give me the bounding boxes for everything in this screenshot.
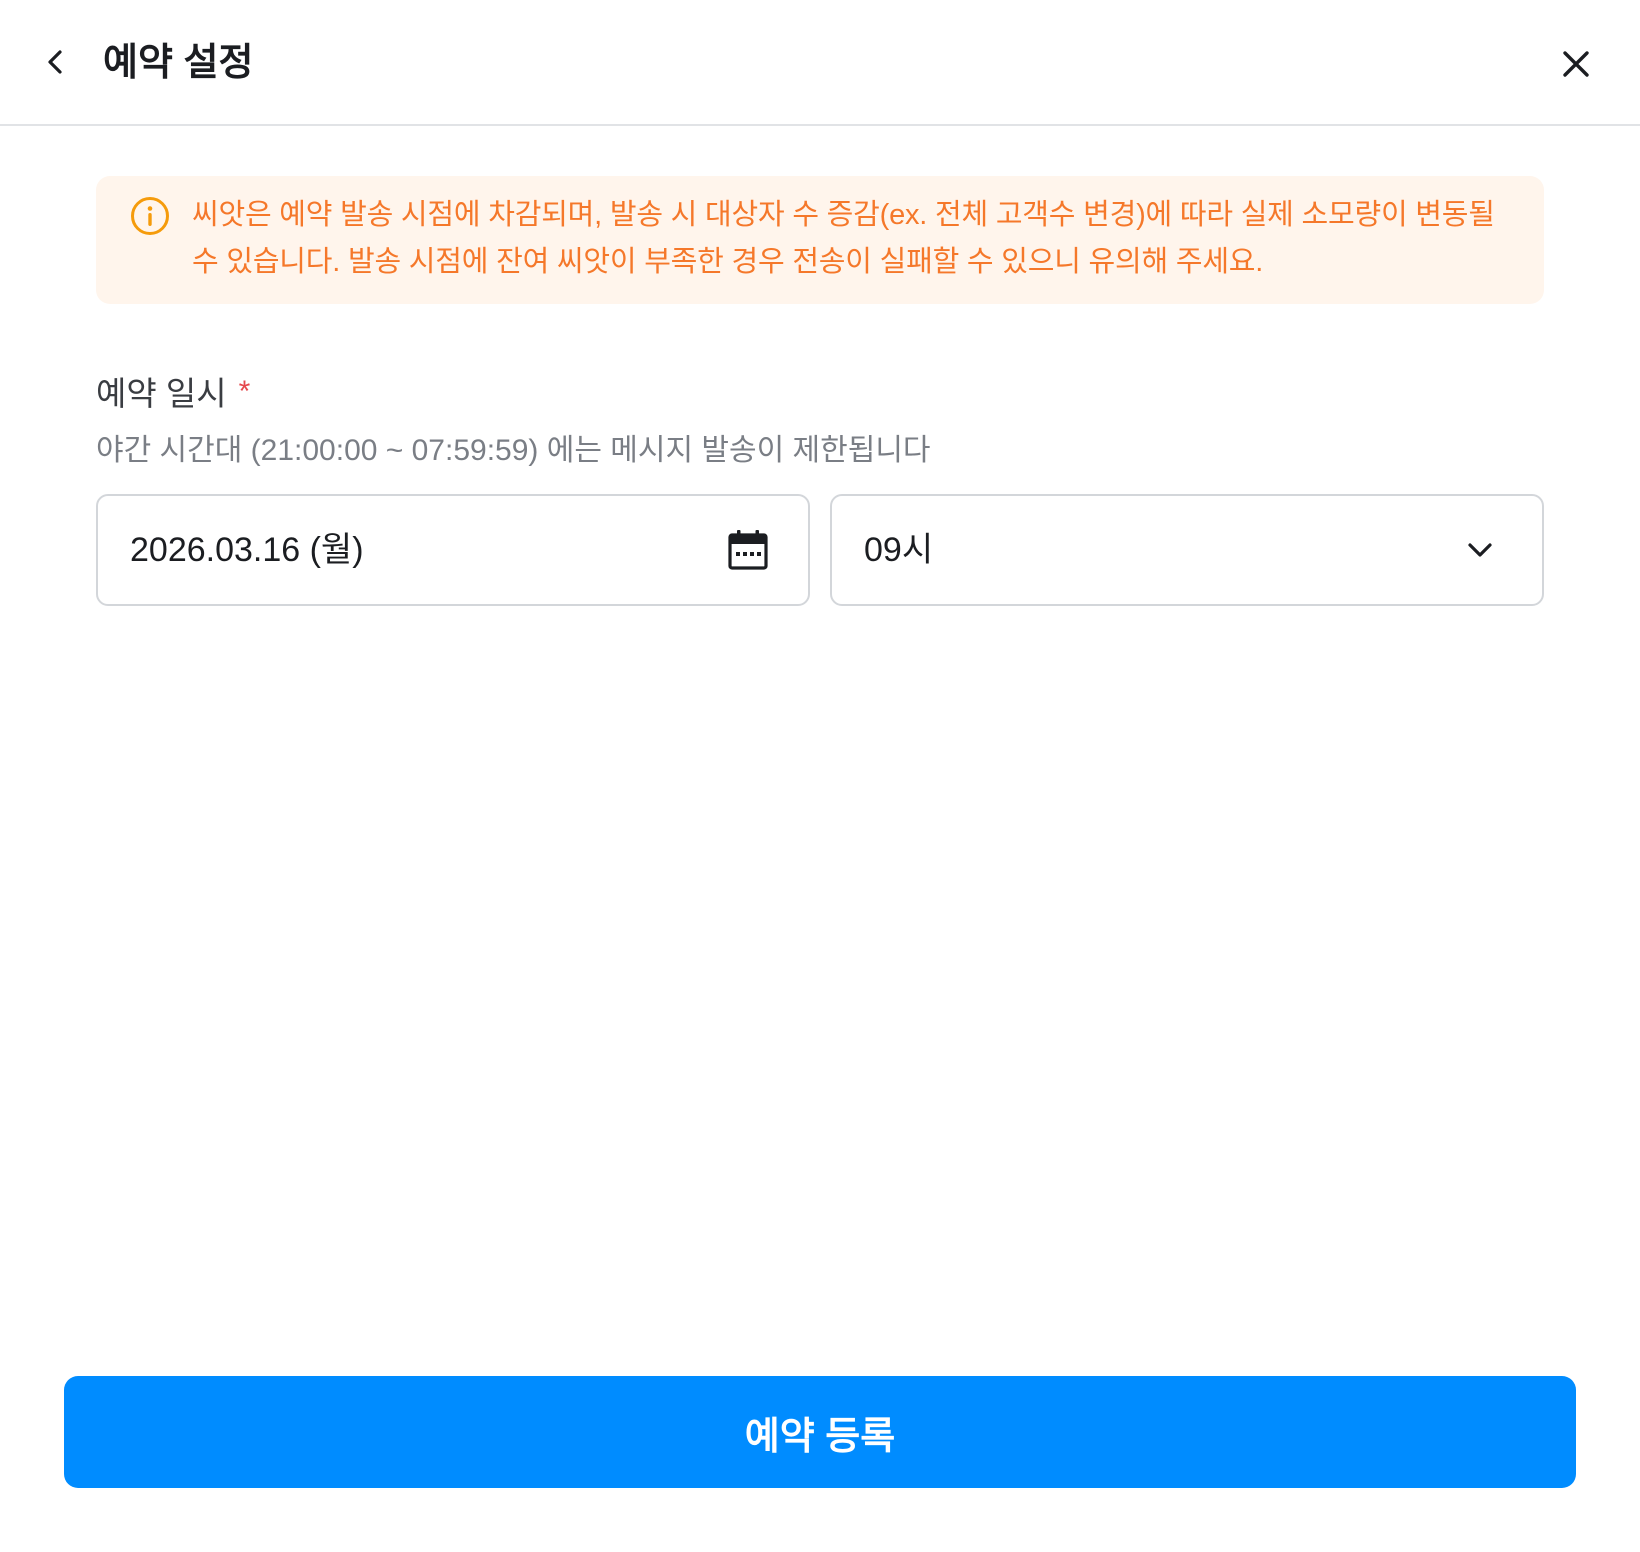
- chevron-down-icon: [1468, 543, 1492, 557]
- schedule-label: 예약 일시: [96, 375, 227, 412]
- header: 예약 설정: [0, 0, 1640, 126]
- schedule-help-text: 야간 시간대 (21:00:00 ~ 07:59:59) 에는 메시지 발송이 …: [96, 434, 931, 467]
- submit-reservation-button[interactable]: 예약 등록: [64, 1376, 1576, 1488]
- close-icon: [1563, 51, 1589, 77]
- close-button[interactable]: [1554, 42, 1598, 86]
- chevron-left-icon: [48, 50, 62, 74]
- schedule-settings-page: 예약 설정 씨앗은 예약 발송 시점에 차감되며, 발송 시 대상자 수 증감(…: [0, 0, 1640, 1552]
- notice-text: 씨앗은 예약 발송 시점에 차감되며, 발송 시 대상자 수 증감(ex. 전체…: [192, 199, 1495, 278]
- date-value: 2026.03.16 (월): [130, 531, 364, 569]
- page-title: 예약 설정: [103, 42, 254, 84]
- hour-value: 09시: [864, 531, 934, 569]
- required-mark: *: [238, 375, 251, 408]
- back-button[interactable]: [36, 42, 76, 82]
- hour-select[interactable]: 09시: [830, 494, 1544, 606]
- schedule-label-row: 예약 일시 *: [96, 372, 250, 416]
- info-icon: [131, 197, 169, 235]
- date-picker-field[interactable]: 2026.03.16 (월): [96, 494, 810, 606]
- submit-label: 예약 등록: [744, 1415, 896, 1458]
- calendar-icon[interactable]: [726, 528, 770, 572]
- notice-banner: 씨앗은 예약 발송 시점에 차감되며, 발송 시 대상자 수 증감(ex. 전체…: [96, 176, 1544, 304]
